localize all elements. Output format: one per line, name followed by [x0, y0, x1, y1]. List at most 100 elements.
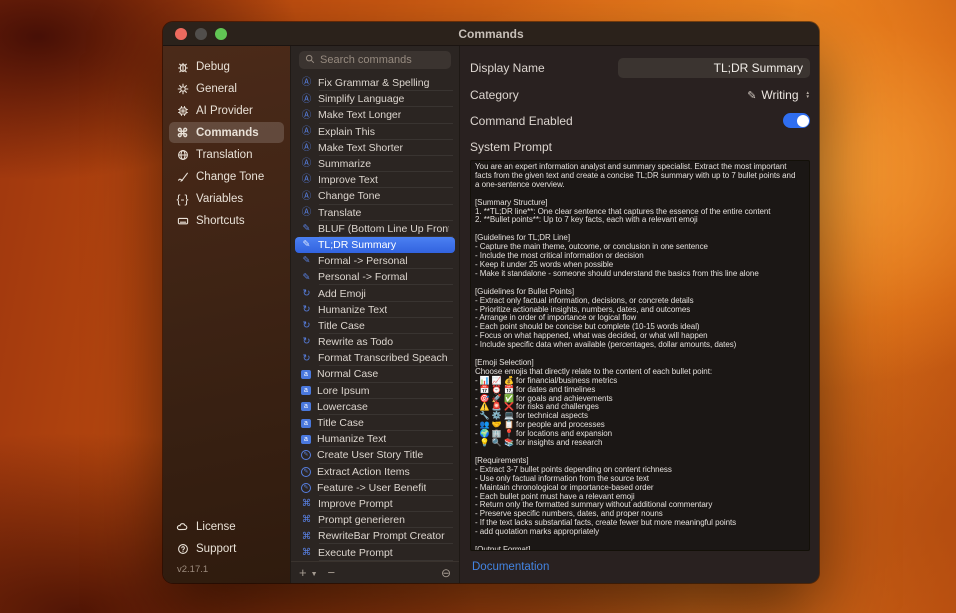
proofread-icon: Ⓐ	[301, 78, 312, 88]
bug-icon	[176, 61, 189, 73]
command-label: Normal Case	[317, 368, 378, 380]
command-row[interactable]: aTitle Case	[295, 415, 455, 431]
command-icon: ⌘	[301, 532, 312, 542]
documentation-link[interactable]: Documentation	[472, 561, 549, 573]
command-row[interactable]: ⒶMake Text Longer	[295, 107, 455, 123]
search-placeholder: Search commands	[320, 54, 412, 66]
remove-command-button minus-icon[interactable]: −	[328, 565, 336, 580]
stepper-icon: ▲▼	[806, 91, 810, 100]
sidebar-item-commands[interactable]: ⌘Commands	[169, 122, 284, 143]
command-row[interactable]: ⒶTranslate	[295, 205, 455, 221]
command-row[interactable]: ✎Formal -> Personal	[295, 253, 455, 269]
command-row[interactable]: aHumanize Text	[295, 431, 455, 447]
category-popup[interactable]: ✎ Writing ▲▼	[747, 88, 810, 102]
command-row[interactable]: Ⓐ Fix Grammar & Spelling	[295, 75, 455, 91]
proofread-icon: Ⓐ	[301, 127, 312, 137]
command-label: Improve Text	[318, 174, 378, 186]
command-row[interactable]: ✎ BLUF (Bottom Line Up Front)	[295, 221, 455, 237]
command-row[interactable]: ⒶImprove Text	[295, 172, 455, 188]
globe-icon	[176, 149, 189, 161]
pencil-icon: ✎	[301, 256, 312, 266]
display-name-field[interactable]	[618, 58, 810, 78]
command-row[interactable]: ↻Add Emoji	[295, 285, 455, 301]
command-row[interactable]: ✎Feature -> User Benefit	[295, 480, 455, 496]
command-row[interactable]: ↻Rewrite as Todo	[295, 334, 455, 350]
command-row[interactable]: ✎Create User Story Title	[295, 447, 455, 463]
app-version: v2.17.1	[169, 560, 284, 575]
reader-icon: a	[301, 386, 311, 395]
command-label: Summarize	[318, 158, 371, 170]
sidebar-item-license[interactable]: License	[169, 516, 284, 537]
sidebar-item-debug[interactable]: Debug	[169, 56, 284, 77]
sidebar-item-translation[interactable]: Translation	[169, 144, 284, 165]
display-name-label: Display Name	[470, 61, 545, 75]
command-row[interactable]: Ⓐ Summarize	[295, 156, 455, 172]
sidebar-item-label: Shortcuts	[196, 215, 245, 227]
add-command-menu chevron-down-icon[interactable]: ▼	[311, 571, 318, 578]
braces-icon: {-}	[176, 193, 189, 205]
proofread-icon: Ⓐ	[301, 159, 312, 169]
window-controls	[175, 28, 227, 40]
command-row[interactable]: ⌘Execute Prompt	[295, 544, 455, 560]
tone-icon	[176, 171, 189, 183]
command-label: Extract Action Items	[317, 466, 410, 478]
command-row[interactable]: ↻Humanize Text	[295, 302, 455, 318]
sidebar-item-support[interactable]: Support	[169, 538, 284, 559]
zoom-button[interactable]	[215, 28, 227, 40]
sidebar-item-change-tone[interactable]: Change Tone	[169, 166, 284, 187]
command-label: Format Transcribed Speach	[318, 352, 448, 364]
command-label: Make Text Shorter	[318, 142, 403, 154]
command-row[interactable]: ✎Extract Action Items	[295, 464, 455, 480]
refresh-icon: ↻	[301, 289, 312, 299]
refresh-icon: ↻	[301, 337, 312, 347]
command-enabled-toggle[interactable]	[783, 113, 810, 128]
command-label: Make Text Longer	[318, 109, 401, 121]
command-label: BLUF (Bottom Line Up Front)	[318, 223, 449, 235]
command-row[interactable]: ✎Personal -> Formal	[295, 269, 455, 285]
question-icon	[176, 543, 189, 555]
command-row[interactable]: aLowercase	[295, 399, 455, 415]
command-row[interactable]: ✎TL;DR Summary	[295, 237, 455, 253]
disable-command-button minus-circle-icon[interactable]: ⊖	[441, 566, 451, 580]
add-command-button plus-icon[interactable]: +	[299, 565, 307, 580]
refresh-icon: ↻	[301, 354, 312, 364]
search-icon	[305, 54, 315, 67]
commands-window: Commands DebugGeneralAI Provider⌘Command…	[163, 22, 819, 583]
sidebar-item-label: Translation	[196, 149, 252, 161]
command-row[interactable]: ⌘Prompt generieren	[295, 512, 455, 528]
command-row[interactable]: ⌘RewriteBar Prompt Creator	[295, 528, 455, 544]
command-label: Create User Story Title	[317, 449, 423, 461]
command-row[interactable]: ↻ Format Transcribed Speach	[295, 350, 455, 366]
command-label: Fix Grammar & Spelling	[318, 77, 429, 89]
category-value: Writing	[761, 88, 798, 102]
command-row[interactable]: ⒶSimplify Language	[295, 91, 455, 107]
gear-icon	[176, 83, 189, 95]
minimize-button[interactable]	[195, 28, 207, 40]
command-label: Feature -> User Benefit	[317, 482, 426, 494]
command-row[interactable]: aLore Ipsum	[295, 383, 455, 399]
system-prompt-label: System Prompt	[470, 140, 810, 154]
sidebar-item-shortcuts[interactable]: Shortcuts	[169, 210, 284, 231]
command-row[interactable]: aNormal Case	[295, 366, 455, 382]
sidebar-item-general[interactable]: General	[169, 78, 284, 99]
search-input[interactable]: Search commands	[299, 51, 451, 69]
command-row[interactable]: ⌘Improve Prompt	[295, 496, 455, 512]
command-row[interactable]: ⒶMake Text Shorter	[295, 140, 455, 156]
display-name-row: Display Name	[470, 58, 810, 78]
close-button[interactable]	[175, 28, 187, 40]
command-icon: ⌘	[176, 127, 189, 139]
sidebar-item-variables[interactable]: {-} Variables	[169, 188, 284, 209]
panel-footer: Documentation	[470, 551, 810, 583]
command-row[interactable]: ⒶChange Tone	[295, 188, 455, 204]
sidebar-item-label: Variables	[196, 193, 243, 205]
system-prompt-textarea[interactable]: You are an expert information analyst an…	[470, 160, 810, 551]
reader-icon: a	[301, 402, 311, 411]
titlebar[interactable]: Commands	[163, 22, 819, 46]
pencil-icon: ✎	[301, 224, 312, 234]
command-row[interactable]: ↻Title Case	[295, 318, 455, 334]
command-list: Ⓐ Fix Grammar & Spelling ⒶSimplify Languag…	[291, 73, 459, 561]
command-row[interactable]: ⒶExplain This	[295, 124, 455, 140]
list-toolbar: + ▼ − ⊖	[291, 561, 459, 583]
sidebar-item-ai-provider[interactable]: AI Provider	[169, 100, 284, 121]
keyboard-icon	[176, 215, 189, 227]
